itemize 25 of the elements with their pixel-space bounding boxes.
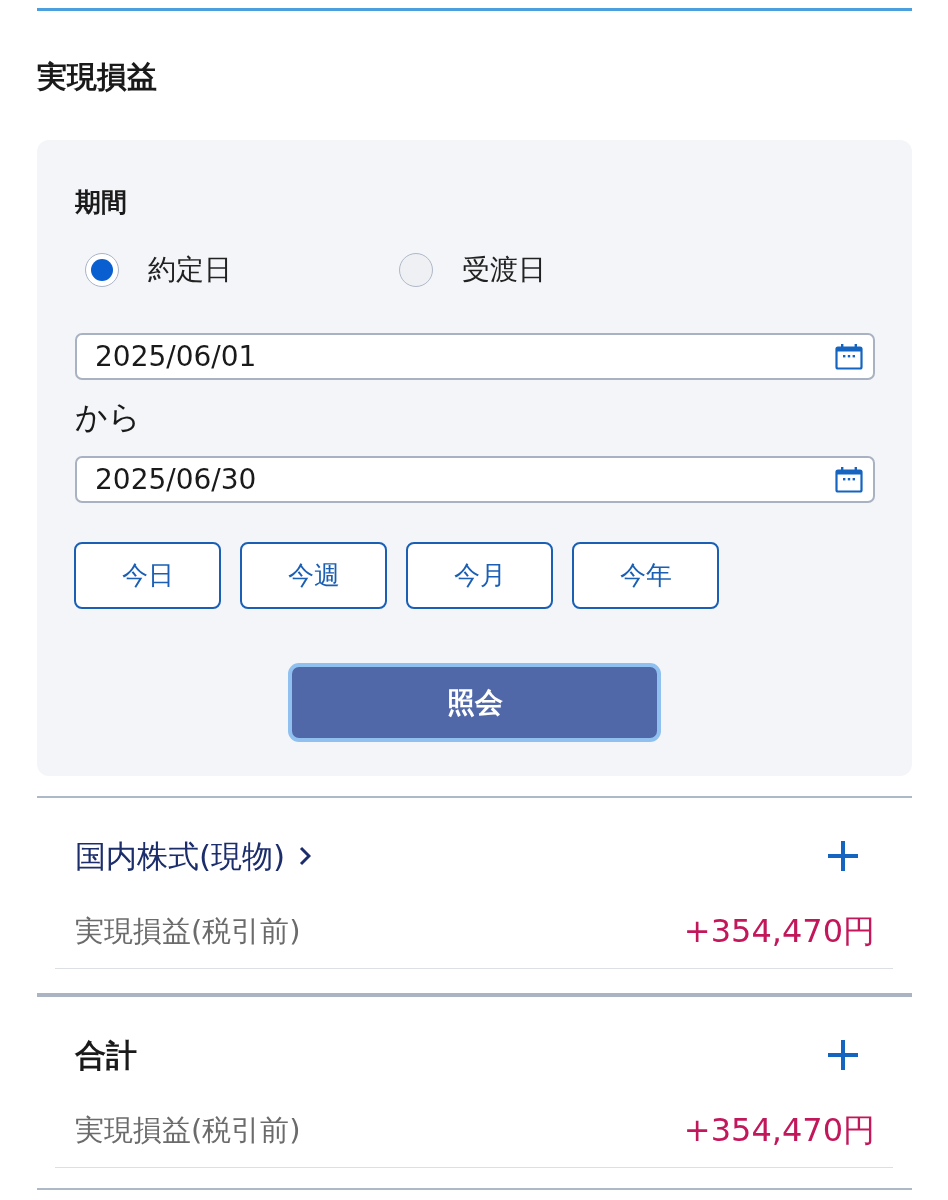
category-link[interactable]: 国内株式(現物): [75, 835, 312, 877]
plus-icon[interactable]: [828, 1040, 858, 1070]
row-label: 実現損益(税引前): [75, 1112, 301, 1149]
preset-button[interactable]: 今年: [572, 542, 719, 609]
range-separator: から: [75, 397, 142, 437]
preset-button[interactable]: 今週: [240, 542, 387, 609]
calendar-icon[interactable]: [835, 344, 863, 370]
radio-button[interactable]: [85, 253, 119, 287]
preset-button[interactable]: 今月: [406, 542, 553, 609]
preset-button[interactable]: 今日: [74, 542, 221, 609]
chevron-icon: [299, 846, 312, 866]
row-value: +354,470円: [683, 911, 875, 951]
plus-icon[interactable]: [828, 841, 858, 871]
total-title: 合計: [75, 1036, 137, 1075]
period-label: 期間: [75, 186, 128, 219]
radio-label[interactable]: 約定日: [148, 252, 232, 288]
date-field[interactable]: 2025/06/30: [75, 456, 875, 503]
radio-button[interactable]: [399, 253, 433, 287]
calendar-icon[interactable]: [835, 467, 863, 493]
submit-button[interactable]: 照会: [288, 663, 661, 742]
row-value: +354,470円: [683, 1110, 875, 1150]
radio-label[interactable]: 受渡日: [462, 252, 546, 288]
row-label: 実現損益(税引前): [75, 913, 301, 950]
page-title: 実現損益: [37, 58, 158, 96]
date-field[interactable]: 2025/06/01: [75, 333, 875, 380]
